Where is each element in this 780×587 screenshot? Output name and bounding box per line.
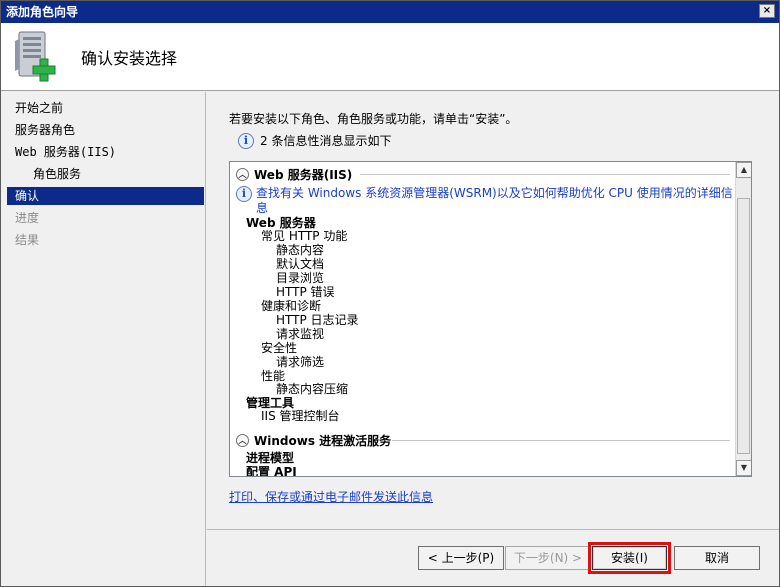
wsrm-info-row: i 查找有关 Windows 系统资源管理器(WSRM)以及它如何帮助优化 CP… <box>236 186 736 216</box>
feature-item: 请求筛选 <box>276 355 325 369</box>
page-title: 确认安装选择 <box>81 49 178 68</box>
server-add-icon <box>15 31 56 82</box>
feature-item: 进程模型 <box>246 451 295 465</box>
collapse-icon[interactable]: ︿ <box>236 434 249 447</box>
summary-list: ︿ Web 服务器(IIS) i 查找有关 Windows 系统资源管理器(WS… <box>230 162 736 476</box>
feature-item: 静态内容压缩 <box>276 382 349 396</box>
info-message-summary: i 2 条信息性消息显示如下 <box>238 132 391 149</box>
selection-summary-panel[interactable]: ︿ Web 服务器(IIS) i 查找有关 Windows 系统资源管理器(WS… <box>229 161 752 477</box>
wizard-header: 确认安装选择 <box>1 23 779 91</box>
step-confirmation[interactable]: 确认 <box>7 187 204 205</box>
step-before-you-begin[interactable]: 开始之前 <box>7 99 204 117</box>
scroll-down-button[interactable]: ▼ <box>736 460 751 476</box>
scroll-up-button[interactable]: ▲ <box>736 162 751 178</box>
feature-item: 管理工具 <box>246 396 295 410</box>
step-server-roles[interactable]: 服务器角色 <box>7 121 204 139</box>
feature-item: IIS 管理控制台 <box>261 409 340 423</box>
section-header-was[interactable]: ︿ Windows 进程激活服务 <box>236 432 391 449</box>
wsrm-info-link[interactable]: 查找有关 Windows 系统资源管理器(WSRM)以及它如何帮助优化 CPU … <box>256 186 736 216</box>
step-role-services[interactable]: 角色服务 <box>7 165 204 183</box>
feature-item: HTTP 错误 <box>276 285 335 299</box>
collapse-icon[interactable]: ︿ <box>236 168 249 181</box>
vertical-scrollbar[interactable]: ▲ ▼ <box>735 162 751 476</box>
close-button[interactable]: × <box>759 4 775 18</box>
window-title: 添加角色向导 <box>6 5 79 19</box>
feature-item: 默认文档 <box>276 257 325 271</box>
feature-item: HTTP 日志记录 <box>276 313 359 327</box>
info-icon: i <box>238 132 254 149</box>
section-divider <box>392 440 730 441</box>
wizard-steps-sidebar: 开始之前 服务器角色 Web 服务器(IIS) 角色服务 确认 进度 结果 <box>1 92 206 586</box>
feature-item: 配置 API <box>246 465 297 477</box>
feature-item: 健康和诊断 <box>261 299 322 313</box>
feature-item: 常见 HTTP 功能 <box>261 229 348 243</box>
info-message-text: 2 条信息性消息显示如下 <box>260 134 392 148</box>
feature-item: 性能 <box>261 369 286 383</box>
step-progress: 进度 <box>15 211 40 225</box>
feature-item: 请求监视 <box>276 327 325 341</box>
step-results: 结果 <box>15 233 40 247</box>
section-divider <box>360 174 730 175</box>
feature-item: 静态内容 <box>276 243 325 257</box>
print-save-email-link[interactable]: 打印、保存或通过电子邮件发送此信息 <box>229 488 433 505</box>
wizard-footer: < 上一步(P) 下一步(N) > 安装(I) 取消 <box>207 529 779 586</box>
section-title: Windows 进程激活服务 <box>254 434 392 448</box>
section-title: Web 服务器(IIS) <box>254 168 353 182</box>
confirmation-content: 若要安装以下角色、角色服务或功能，请单击“安装”。 i 2 条信息性消息显示如下… <box>207 92 779 528</box>
step-web-server-iis[interactable]: Web 服务器(IIS) <box>7 143 204 161</box>
add-roles-wizard-window: 添加角色向导 × 确认安装选择 开始之前 服务器角色 Web 服务器(IIS) … <box>0 0 780 587</box>
title-bar[interactable]: 添加角色向导 × <box>1 1 779 23</box>
info-icon: i <box>236 186 252 202</box>
scroll-thumb[interactable] <box>737 198 750 454</box>
intro-text: 若要安装以下角色、角色服务或功能，请单击“安装”。 <box>229 112 518 126</box>
next-button: 下一步(N) > <box>505 546 591 570</box>
feature-item: 安全性 <box>261 341 298 355</box>
install-button[interactable]: 安装(I) <box>592 546 667 570</box>
back-button[interactable]: < 上一步(P) <box>418 546 504 570</box>
feature-item: Web 服务器 <box>246 216 316 230</box>
section-header-web-server[interactable]: ︿ Web 服务器(IIS) <box>236 166 352 183</box>
feature-item: 目录浏览 <box>276 271 325 285</box>
cancel-button[interactable]: 取消 <box>674 546 760 570</box>
